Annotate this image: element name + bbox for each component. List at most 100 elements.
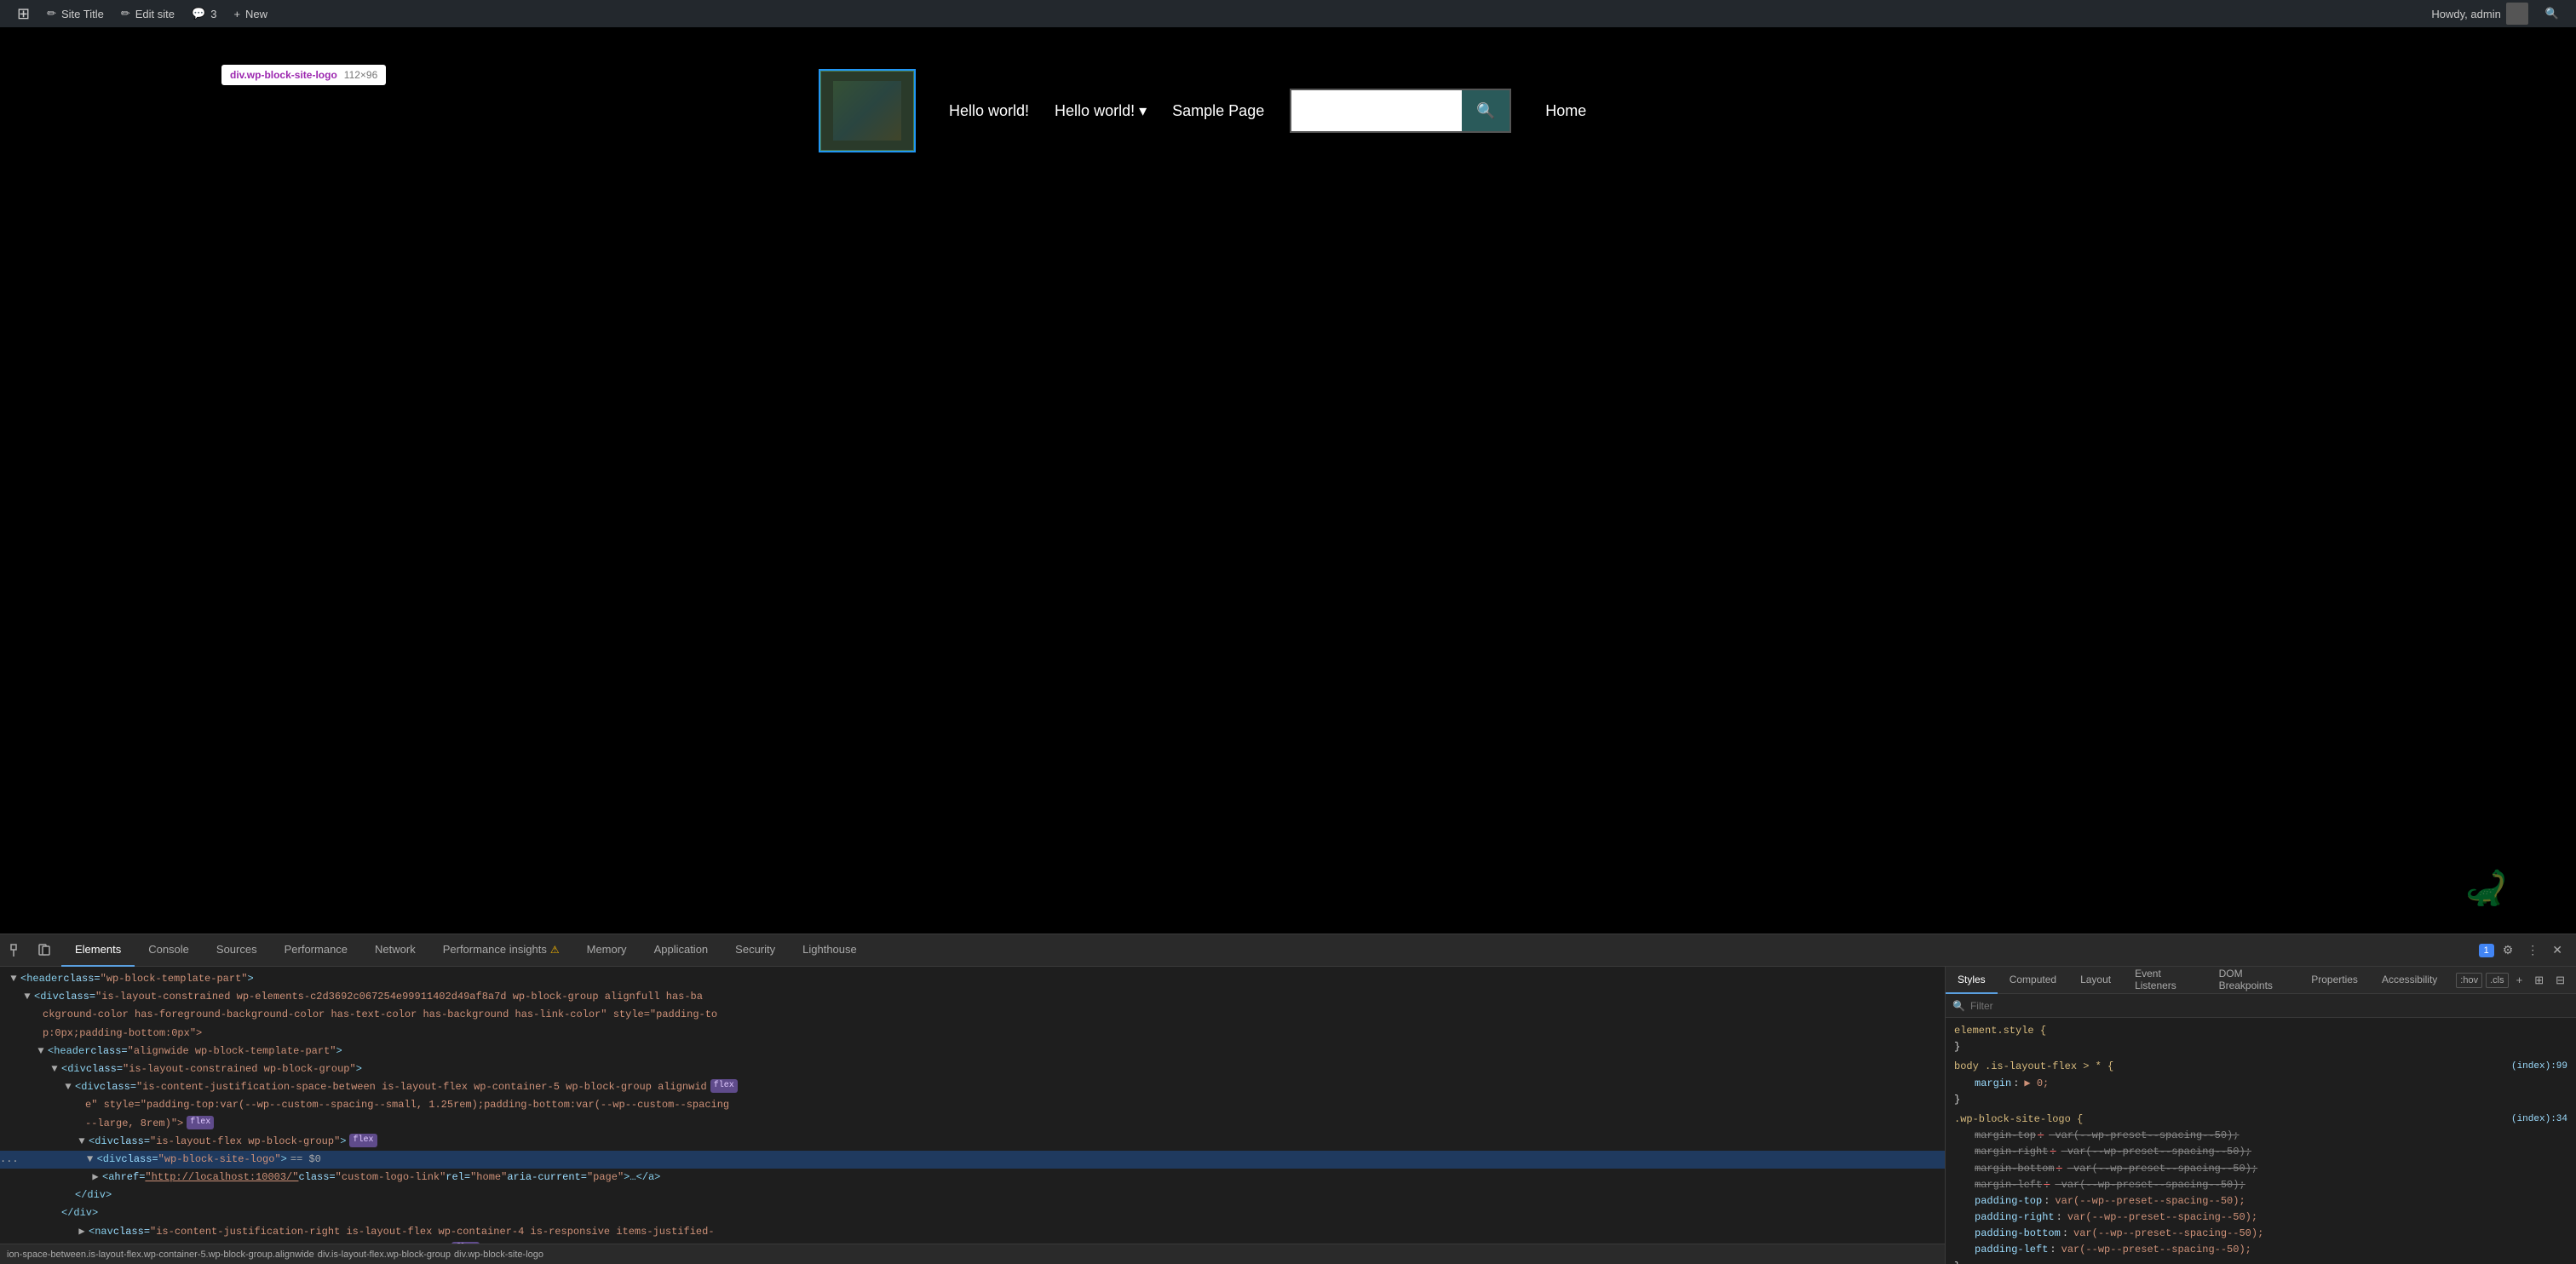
element-line[interactable]: ▼ <div class="is-content-justification-s… — [0, 1078, 1945, 1096]
toggle-sidebar-btn[interactable]: ⊟ — [2551, 972, 2569, 989]
new-style-rule-btn[interactable]: ⊞ — [2530, 972, 2548, 989]
inspect-element-icon[interactable] — [7, 940, 27, 961]
tooltip-dimensions: 112×96 — [344, 69, 378, 81]
tab-lighthouse[interactable]: Lighthouse — [789, 934, 871, 967]
site-header: Hello world! Hello world! ▾ Sample Page … — [819, 53, 1757, 169]
css-rule-header: .wp-block-site-logo { (index):34 — [1954, 1112, 2567, 1128]
elements-content[interactable]: ▼ <header class="wp-block-template-part"… — [0, 967, 1945, 1244]
tab-layout[interactable]: Layout — [2068, 967, 2123, 994]
css-rule-element-style: element.style { } — [1946, 1021, 2576, 1057]
toggle-icon[interactable]: ▶ — [89, 1169, 102, 1186]
toggle-icon[interactable]: ▼ — [7, 971, 20, 987]
styles-filter-input[interactable] — [1970, 1000, 2569, 1012]
dock-badge: 1 — [2479, 944, 2494, 957]
css-source[interactable]: (index):99 — [2511, 1060, 2567, 1075]
element-line[interactable]: </div> — [0, 1186, 1945, 1204]
tab-network[interactable]: Network — [361, 934, 429, 967]
settings-icon[interactable]: ⚙ — [2498, 939, 2519, 961]
tab-console[interactable]: Console — [135, 934, 203, 967]
element-line[interactable]: ▶ <nav class="is-content-justification-r… — [0, 1223, 1945, 1241]
css-selector: body .is-layout-flex > * { — [1954, 1059, 2113, 1075]
tab-dom-breakpoints[interactable]: DOM Breakpoints — [2207, 967, 2300, 994]
tab-memory[interactable]: Memory — [573, 934, 641, 967]
element-line[interactable]: ▼ <header class="wp-block-template-part"… — [0, 970, 1945, 988]
tab-properties[interactable]: Properties — [2299, 967, 2370, 994]
styles-content: element.style { } body .is-layout-flex >… — [1946, 1018, 2576, 1264]
element-line[interactable]: ▼ <div class="is-layout-constrained wp-e… — [0, 988, 1945, 1006]
nav-search: 🔍 — [1290, 89, 1511, 133]
toggle-icon[interactable]: ▼ — [83, 1152, 97, 1168]
tab-computed[interactable]: Computed — [1998, 967, 2068, 994]
css-rule-wp-block-site-logo-34: .wp-block-site-logo { (index):34 margin-… — [1946, 1110, 2576, 1264]
tab-styles[interactable]: Styles — [1946, 967, 1998, 994]
logo-image — [833, 81, 901, 141]
element-line[interactable]: p:0px;padding-bottom:0px"> — [0, 1025, 1945, 1043]
wp-logo-btn[interactable]: ⊞ — [9, 0, 38, 27]
close-devtools-icon[interactable]: ✕ — [2547, 939, 2567, 961]
element-line-selected[interactable]: ... ▼ <div class="wp-block-site-logo"> =… — [0, 1151, 1945, 1169]
styles-tab-actions: :hov .cls + ⊞ ⊟ — [2449, 972, 2576, 989]
element-line[interactable]: ▼ <div class="is-layout-flex wp-block-gr… — [0, 1133, 1945, 1151]
element-line[interactable]: e" style="padding-top:var(--wp--custom--… — [0, 1096, 1945, 1114]
toggle-icon[interactable]: ▼ — [34, 1043, 48, 1060]
cls-button[interactable]: .cls — [2486, 973, 2509, 988]
tab-sources[interactable]: Sources — [203, 934, 271, 967]
element-line[interactable]: </div> — [0, 1204, 1945, 1222]
css-property: margin-top: var(--wp-preset--spacing--50… — [1954, 1128, 2567, 1144]
styles-filter-bar: 🔍 — [1946, 994, 2576, 1018]
hov-button[interactable]: :hov — [2456, 973, 2482, 988]
nav-hello-world-1[interactable]: Hello world! — [949, 102, 1029, 120]
breadcrumb-item-2[interactable]: div.is-layout-flex.wp-block-group — [318, 1250, 451, 1260]
edit-site-icon: ✏ — [121, 7, 130, 20]
css-property: margin-right: var(--wp-preset--spacing--… — [1954, 1144, 2567, 1160]
comments-btn[interactable]: 💬 3 — [183, 0, 225, 27]
admin-search-btn[interactable]: 🔍 — [2537, 0, 2567, 27]
element-line[interactable]: ▼ <header class="alignwide wp-block-temp… — [0, 1043, 1945, 1060]
dino-decoration: 🦕 — [2465, 868, 2508, 908]
toggle-icon[interactable]: ▶ — [75, 1224, 89, 1240]
device-toggle-icon[interactable] — [34, 940, 55, 961]
wp-logo-icon: ⊞ — [17, 5, 30, 23]
edit-site-btn[interactable]: ✏ Edit site — [112, 0, 183, 27]
tab-elements[interactable]: Elements — [61, 934, 135, 967]
tab-event-listeners[interactable]: Event Listeners — [2123, 967, 2206, 994]
flex-badge: flex — [349, 1134, 377, 1147]
tab-security[interactable]: Security — [722, 934, 789, 967]
tab-accessibility[interactable]: Accessibility — [2370, 967, 2449, 994]
element-line[interactable]: --large, 8rem)"> flex — [0, 1115, 1945, 1133]
breadcrumb-item-1[interactable]: ion-space-between.is-layout-flex.wp-cont… — [7, 1250, 314, 1260]
toggle-icon[interactable]: ▼ — [20, 989, 34, 1005]
css-property: margin-bottom: var(--wp-preset--spacing-… — [1954, 1161, 2567, 1177]
admin-bar-right: Howdy, admin 🔍 — [2423, 0, 2567, 27]
site-logo[interactable] — [819, 70, 915, 152]
add-style-rule-btn[interactable]: + — [2512, 972, 2527, 988]
tab-performance[interactable]: Performance — [271, 934, 361, 967]
css-property: margin:▶ 0; — [1954, 1076, 2567, 1092]
nav-search-input[interactable] — [1291, 90, 1462, 131]
element-line[interactable]: ▼ <div class="is-layout-constrained wp-b… — [0, 1060, 1945, 1078]
new-btn[interactable]: + New — [225, 0, 276, 27]
new-label: New — [245, 8, 267, 20]
nav-home[interactable]: Home — [1545, 102, 1586, 120]
toggle-icon[interactable]: ▼ — [61, 1079, 75, 1095]
devtools-left-icons — [0, 940, 61, 961]
breadcrumb-item-3[interactable]: div.wp-block-site-logo — [454, 1250, 543, 1260]
nav-sample-page[interactable]: Sample Page — [1172, 102, 1264, 120]
more-options-icon[interactable]: ⋮ — [2521, 939, 2544, 961]
site-title-label: Site Title — [61, 8, 104, 20]
site-title-btn[interactable]: ✏ Site Title — [38, 0, 112, 27]
nav-hello-world-2[interactable]: Hello world! ▾ — [1055, 102, 1147, 120]
element-tooltip: div.wp-block-site-logo 112×96 — [221, 65, 386, 85]
element-line[interactable]: ckground-color has-foreground-background… — [0, 1006, 1945, 1024]
element-line[interactable]: ▶ <a href="http://localhost:10003/" clas… — [0, 1169, 1945, 1186]
tab-performance-insights[interactable]: Performance insights ⚠ — [429, 934, 573, 967]
howdy-admin-btn[interactable]: Howdy, admin — [2423, 0, 2536, 27]
nav-search-button[interactable]: 🔍 — [1462, 90, 1509, 131]
css-source[interactable]: (index):34 — [2511, 1112, 2567, 1128]
tab-application[interactable]: Application — [641, 934, 722, 967]
css-property: margin-left: var(--wp-preset--spacing--5… — [1954, 1177, 2567, 1193]
devtools-right-icons: 1 ⚙ ⋮ ✕ — [2470, 939, 2576, 961]
toggle-icon[interactable]: ▼ — [48, 1061, 61, 1077]
toggle-icon[interactable]: ▼ — [75, 1134, 89, 1150]
tooltip-tag: div.wp-block-site-logo — [230, 69, 337, 81]
